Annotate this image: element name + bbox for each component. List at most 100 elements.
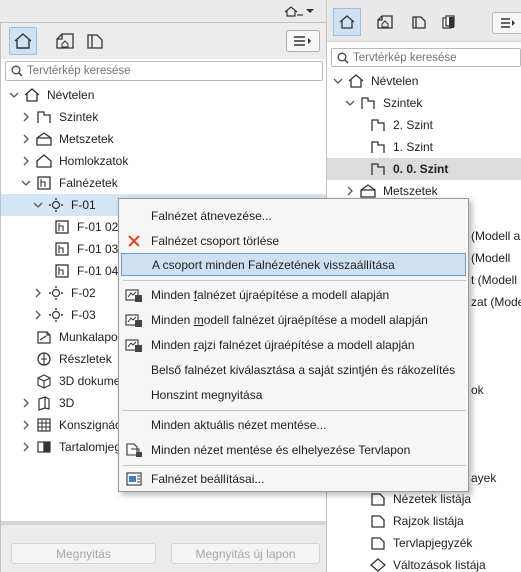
3d-document-icon: [35, 373, 53, 389]
right-search-input[interactable]: [353, 51, 518, 64]
marker-icon: [47, 307, 65, 323]
menu-divider: [123, 280, 466, 281]
menu-item-settings[interactable]: Falnézet beállításai...: [121, 467, 466, 490]
tree-label: Szintek: [383, 96, 423, 110]
tree-label: Változások listája: [393, 558, 486, 572]
partial-text: t (Modell: [471, 273, 518, 287]
project-map-icon[interactable]: [333, 8, 361, 36]
3d-icon: [35, 395, 53, 411]
partial-text: (Modell au: [471, 229, 521, 243]
menu-item-save-current-views[interactable]: Minden aktuális nézet mentése...: [121, 413, 466, 436]
menu-label: Minden rajzi falnézet újraépítése a mode…: [151, 338, 415, 352]
chevron-right-icon: [35, 310, 41, 320]
tree-item-sections[interactable]: Metszetek: [1, 128, 326, 150]
tree-label: Névtelen: [371, 74, 419, 88]
save-place-icon: [125, 441, 143, 458]
chevron-down-icon: [345, 100, 355, 106]
right-toolbar: [327, 0, 521, 42]
tree-label: Szintek: [59, 110, 99, 124]
tree-label: F-01: [71, 198, 96, 212]
tree-label: Névtelen: [47, 88, 95, 102]
layer-combination-icon: [284, 6, 303, 17]
menu-item-rename[interactable]: Falnézet átnevezése...: [121, 204, 466, 227]
tree-item-stories[interactable]: Szintek: [1, 106, 326, 128]
tree-item-elevations[interactable]: Homlokzatok: [1, 150, 326, 172]
chevron-right-icon: [23, 112, 29, 122]
label-part: ajzi falnézet újraépítése a modell alapj…: [197, 337, 415, 352]
left-toolbar: [1, 23, 326, 59]
mnemonic: m: [193, 312, 204, 327]
top-strip: [0, 0, 326, 22]
project-map-icon[interactable]: [9, 27, 37, 55]
marker-icon: [47, 285, 65, 301]
right-tree-item-story[interactable]: 2. Szint: [327, 114, 521, 136]
menu-item-delete-group[interactable]: Falnézet csoport törlése: [121, 229, 466, 252]
interior-elevation-icon: [53, 241, 71, 257]
tree-label: Részletek: [59, 352, 112, 366]
house-icon: [23, 87, 41, 103]
chevron-right-icon: [35, 288, 41, 298]
tree-label: Falnézetek: [59, 176, 118, 190]
right-tree-item-list[interactable]: Változások listája: [327, 554, 521, 572]
index-icon: [35, 439, 53, 455]
menu-item-open-home-story[interactable]: Honszint megnyitása: [121, 383, 466, 406]
chevron-down-icon: [333, 78, 343, 84]
right-tree-item-list[interactable]: Tervlapjegyzék: [327, 532, 521, 554]
right-tree-item-list[interactable]: Rajzok listája: [327, 510, 521, 532]
tree-label: 3D: [59, 396, 75, 410]
elevation-icon: [35, 153, 53, 169]
right-tree-item-stories[interactable]: Szintek: [327, 92, 521, 114]
right-tree-item-story[interactable]: 1. Szint: [327, 136, 521, 158]
tree-item-root[interactable]: Névtelen: [1, 84, 326, 106]
story-icon: [359, 95, 377, 111]
chevron-right-icon: [23, 442, 29, 452]
right-tree-item-story-selected[interactable]: 0. 0. Szint: [327, 158, 521, 180]
layout-book-icon[interactable]: [405, 8, 433, 36]
layout-book-icon[interactable]: [81, 27, 109, 55]
tree-label: 1. Szint: [393, 140, 434, 154]
list-icon: [369, 513, 387, 529]
menu-item-select-on-story[interactable]: Belső falnézet kiválasztása a saját szin…: [121, 358, 466, 381]
story-icon: [369, 139, 387, 155]
house-icon: [347, 73, 365, 89]
left-menu-button[interactable]: [286, 30, 320, 52]
list-icon: [369, 491, 387, 507]
rebuild-icon: [125, 286, 143, 303]
view-map-icon[interactable]: [371, 8, 399, 36]
detail-icon: [35, 351, 53, 367]
open-button[interactable]: Megnyitás: [11, 543, 156, 564]
left-search-field[interactable]: [5, 61, 323, 81]
open-new-tab-button[interactable]: Megnyitás új lapon: [171, 543, 320, 564]
menu-item-rebuild-model[interactable]: Minden modell falnézet újraépítése a mod…: [121, 308, 466, 331]
menu-item-rebuild-drawing[interactable]: Minden rajzi falnézet újraépítése a mode…: [121, 333, 466, 356]
view-map-icon[interactable]: [51, 27, 79, 55]
publisher-icon[interactable]: [435, 8, 463, 36]
label-part: Minden: [151, 287, 194, 302]
label-part: Minden: [151, 337, 194, 352]
menu-item-reset-group[interactable]: A csoport minden Falnézetének visszaállí…: [121, 253, 466, 276]
layer-combination-button[interactable]: [283, 3, 321, 19]
right-search-field[interactable]: [331, 48, 521, 67]
label-part: Minden: [151, 312, 194, 327]
tree-label: Homlokzatok: [59, 154, 129, 168]
chevron-down-icon: [306, 9, 314, 13]
menu-divider: [123, 465, 466, 466]
chevron-down-icon: [21, 180, 31, 186]
context-menu: Falnézet átnevezése... Falnézet csoport …: [118, 198, 469, 492]
search-icon: [337, 52, 349, 64]
menu-item-rebuild-all[interactable]: Minden falnézet újraépítése a modell ala…: [121, 283, 466, 306]
left-search-input[interactable]: [27, 65, 317, 77]
tree-label: Metszetek: [383, 184, 438, 198]
change-list-icon: [369, 557, 387, 572]
rebuild-model-icon: [125, 311, 143, 328]
hamburger-menu-icon: [500, 18, 515, 28]
tree-item-interior-elevations[interactable]: Falnézetek: [1, 172, 326, 194]
list-icon: [369, 535, 387, 551]
schedule-icon: [35, 417, 53, 433]
tree-label: 0. 0. Szint: [393, 162, 449, 176]
right-tree-item-root[interactable]: Névtelen: [327, 70, 521, 92]
menu-item-save-and-place[interactable]: Minden nézet mentése és elhelyezése Terv…: [121, 438, 466, 461]
chevron-right-icon: [23, 420, 29, 430]
right-menu-button[interactable]: [492, 12, 521, 34]
hamburger-menu-icon: [294, 36, 311, 46]
